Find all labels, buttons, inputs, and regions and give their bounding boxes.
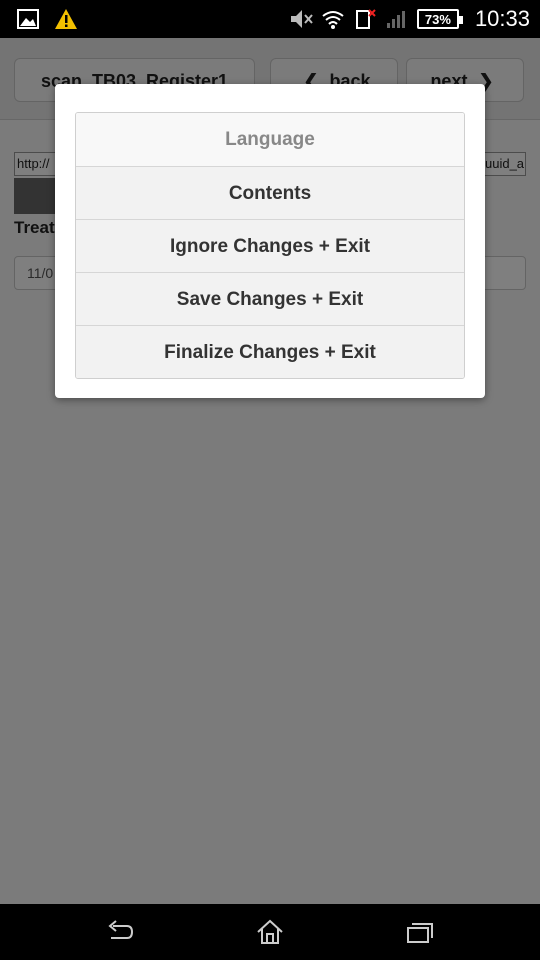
menu-item-ignore-changes-exit[interactable]: Ignore Changes + Exit <box>76 219 464 272</box>
menu-item-finalize-changes-exit[interactable]: Finalize Changes + Exit <box>76 325 464 378</box>
options-menu: Language Contents Ignore Changes + Exit … <box>75 112 465 379</box>
home-icon[interactable] <box>255 918 285 946</box>
signal-icon <box>386 11 405 28</box>
wifi-icon <box>322 11 344 29</box>
clock: 10:33 <box>474 6 530 31</box>
battery-indicator: 73% <box>416 9 463 29</box>
navigation-bar <box>0 904 540 960</box>
menu-item-contents[interactable]: Contents <box>76 166 464 219</box>
menu-item-save-changes-exit[interactable]: Save Changes + Exit <box>76 272 464 325</box>
menu-item-language[interactable]: Language <box>76 113 464 166</box>
no-sim-icon <box>355 9 376 29</box>
warning-icon <box>55 9 77 29</box>
mute-icon <box>290 10 313 28</box>
recent-apps-icon[interactable] <box>405 918 435 946</box>
status-bar: 73% 10:33 <box>0 0 540 38</box>
back-arrow-icon[interactable] <box>105 918 135 946</box>
options-dialog: Language Contents Ignore Changes + Exit … <box>55 84 485 398</box>
image-icon <box>17 9 39 29</box>
